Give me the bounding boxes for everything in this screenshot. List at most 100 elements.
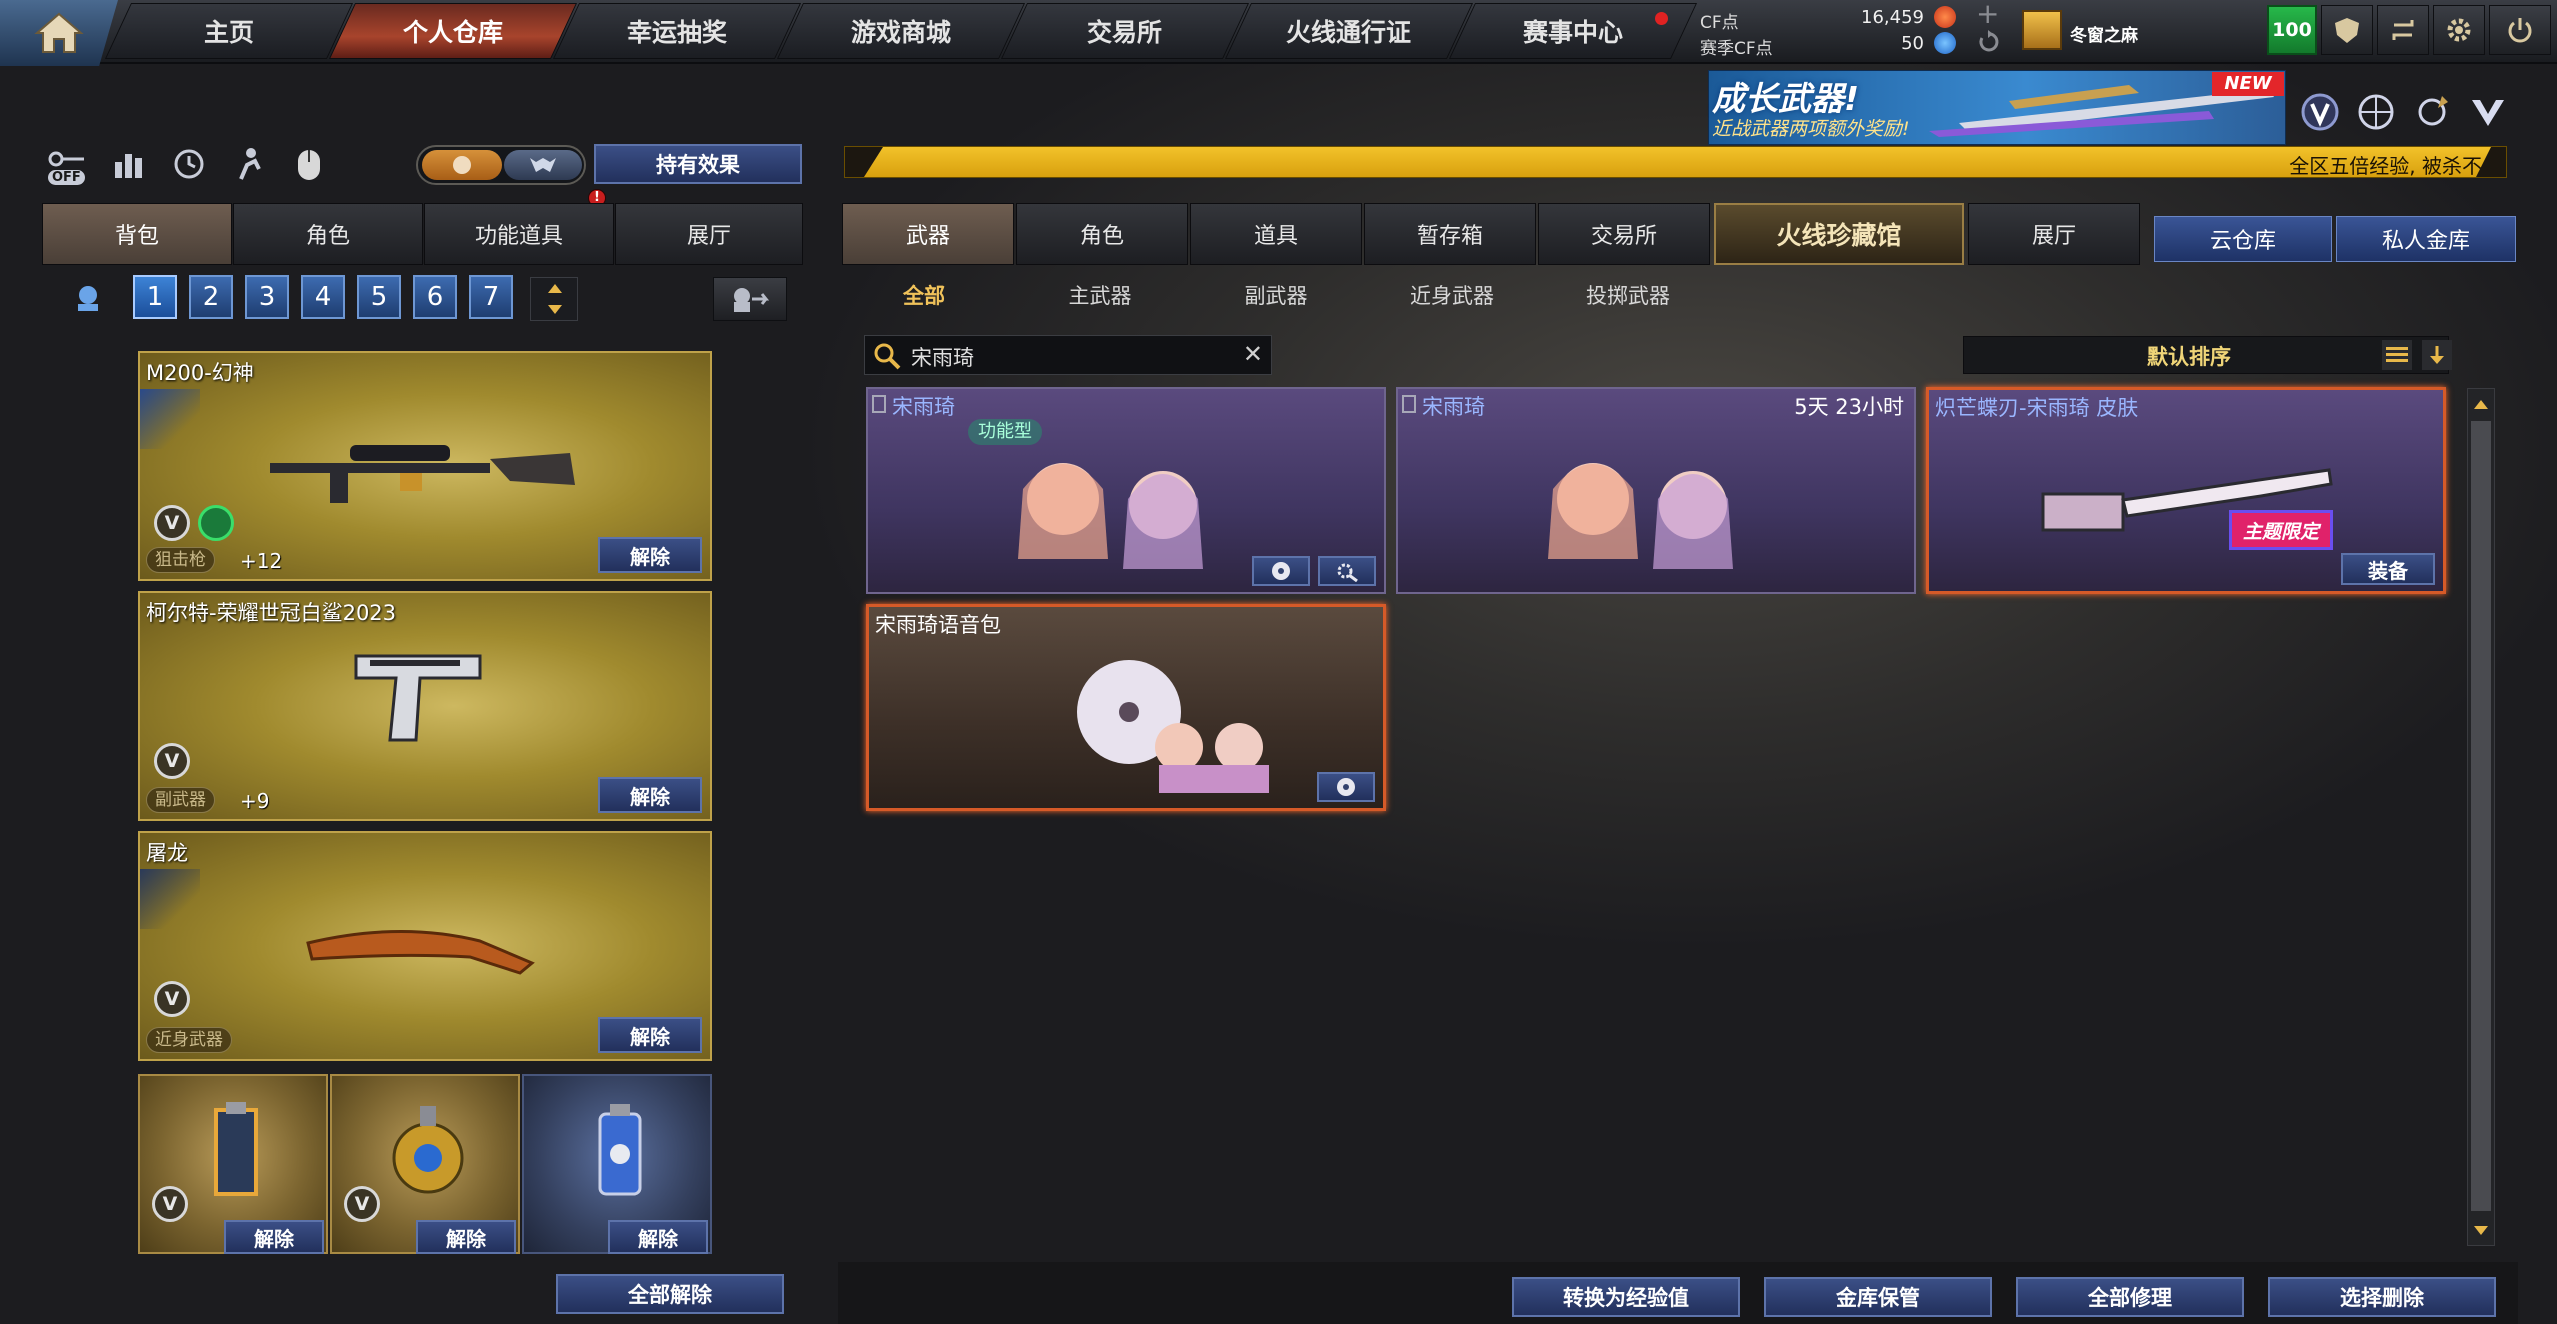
switch-button[interactable]	[2377, 5, 2429, 55]
view-mode-toggle[interactable]	[416, 145, 586, 185]
nav-tab-warehouse[interactable]: 个人仓库	[328, 3, 578, 59]
page-stepper[interactable]	[530, 277, 578, 321]
nav-tab-shop[interactable]: 游戏商城	[776, 3, 1026, 59]
weapon-card[interactable]: M200-幻神 V 狙击枪 +12 解除	[138, 351, 712, 581]
tab-weapons[interactable]: 武器	[842, 203, 1014, 265]
unequip-button[interactable]: 解除	[224, 1220, 324, 1254]
unequip-button[interactable]: 解除	[416, 1220, 516, 1254]
voice-button[interactable]	[1252, 556, 1310, 586]
refresh-icon[interactable]	[1976, 30, 2000, 54]
home-button[interactable]	[0, 0, 118, 66]
history-button[interactable]	[165, 142, 213, 186]
page-button-6[interactable]: 6	[413, 275, 457, 319]
select-delete-button[interactable]: 选择删除	[2268, 1277, 2496, 1317]
cf-points-label: CF点	[1700, 13, 1739, 33]
page-button-5[interactable]: 5	[357, 275, 401, 319]
new-badge: NEW	[2212, 72, 2284, 96]
nav-tab-home[interactable]: 主页	[104, 3, 354, 59]
item-card[interactable]: 宋雨琦 5天 23小时	[1396, 387, 1916, 594]
tab-showroom[interactable]: 展厅	[1968, 203, 2140, 265]
subtab-melee[interactable]: 近身武器	[1396, 276, 1508, 314]
tab-collection-hall[interactable]: 火线珍藏馆	[1714, 203, 1964, 265]
chevron-up-icon[interactable]	[548, 284, 562, 293]
vault-store-button[interactable]: 金库保管	[1764, 1277, 1992, 1317]
tab-characters[interactable]: 角色	[1016, 203, 1188, 265]
subtab-throwables[interactable]: 投掷武器	[1572, 276, 1684, 314]
search-value: 宋雨琦	[911, 346, 974, 370]
tab-function-items[interactable]: 功能道具	[424, 203, 614, 265]
private-vault-button[interactable]: 私人金库	[2336, 216, 2516, 262]
throwable-card[interactable]: 解除	[522, 1074, 712, 1254]
mail-button[interactable]	[2321, 5, 2373, 55]
item-list-scrollbar[interactable]	[2467, 388, 2495, 1246]
loadout-preset-button[interactable]	[72, 282, 104, 314]
unequip-all-button[interactable]: 全部解除	[556, 1274, 784, 1314]
unequip-button[interactable]: 解除	[598, 537, 702, 573]
cloud-storage-button[interactable]: 云仓库	[2154, 216, 2332, 262]
item-card-selected[interactable]: 炽芒蝶刃-宋雨琦 皮肤 主题限定 装备	[1926, 387, 2446, 594]
tab-items[interactable]: 道具	[1190, 203, 1362, 265]
mouse-button[interactable]	[285, 142, 333, 186]
scroll-up-icon[interactable]	[2470, 391, 2492, 417]
page-button-3[interactable]: 3	[245, 275, 289, 319]
tab-exchange[interactable]: 交易所	[1538, 203, 1710, 265]
weapon-card[interactable]: 屠龙 V 近身武器 解除	[138, 831, 712, 1061]
stats-button[interactable]	[105, 142, 153, 186]
subtab-all[interactable]: 全部	[868, 276, 980, 314]
v-mark-icon: V	[154, 981, 190, 1017]
page-button-7[interactable]: 7	[469, 275, 513, 319]
equip-button[interactable]: 装备	[2341, 553, 2435, 585]
person-run-icon	[239, 148, 261, 180]
page-button-2[interactable]: 2	[189, 275, 233, 319]
unequip-button[interactable]: 解除	[608, 1220, 708, 1254]
promo-target-icon[interactable]	[2352, 88, 2400, 136]
character-head-icon	[78, 286, 98, 311]
rarity-corner	[140, 389, 200, 449]
chevron-down-icon[interactable]	[548, 305, 562, 314]
subtab-primary[interactable]: 主武器	[1044, 276, 1156, 314]
nav-tab-battle-pass[interactable]: 火线通行证	[1224, 3, 1474, 59]
convert-to-exp-button[interactable]: 转换为经验值	[1512, 1277, 1740, 1317]
nav-tab-exchange[interactable]: 交易所	[1000, 3, 1250, 59]
grenade-image	[392, 1106, 464, 1194]
transfer-button[interactable]	[713, 277, 787, 321]
promo-shield-v-icon[interactable]	[2296, 88, 2344, 136]
unequip-button[interactable]: 解除	[598, 1017, 702, 1053]
sort-order-button[interactable]	[2422, 340, 2452, 370]
promo-crosshair-icon[interactable]	[2408, 88, 2456, 136]
holding-effect-button[interactable]: 持有效果	[594, 144, 802, 184]
sort-dropdown[interactable]: 默认排序	[1963, 336, 2452, 374]
list-view-button[interactable]	[2382, 340, 2412, 370]
tab-backpack[interactable]: 背包	[42, 203, 232, 265]
page-button-4[interactable]: 4	[301, 275, 345, 319]
tab-character[interactable]: 角色	[233, 203, 423, 265]
lock-icon	[872, 395, 886, 413]
rank-view-option[interactable]	[504, 150, 582, 180]
settings-button[interactable]	[2433, 5, 2485, 55]
clear-search-icon[interactable]: ✕	[1243, 340, 1263, 368]
character-portrait-image	[1018, 463, 1203, 569]
nav-tab-lottery[interactable]: 幸运抽奖	[552, 3, 802, 59]
add-currency-icon[interactable]: +	[1976, 0, 2000, 28]
throwable-card[interactable]: V 解除	[138, 1074, 328, 1254]
subtab-secondary[interactable]: 副武器	[1220, 276, 1332, 314]
item-card[interactable]: 宋雨琦语音包	[866, 604, 1386, 811]
scroll-down-icon[interactable]	[2470, 1217, 2492, 1243]
unequip-button[interactable]: 解除	[598, 777, 702, 813]
throwable-card[interactable]: V 解除	[330, 1074, 520, 1254]
tab-temp-storage[interactable]: 暂存箱	[1364, 203, 1536, 265]
promo-vip-icon[interactable]	[2464, 88, 2512, 136]
character-view-option[interactable]	[422, 150, 502, 180]
search-icon	[874, 343, 901, 370]
weapon-card[interactable]: 柯尔特-荣耀世冠白鲨2023 V 副武器 +9 解除	[138, 591, 712, 821]
power-button[interactable]	[2489, 5, 2551, 55]
repair-all-button[interactable]: 全部修理	[2016, 1277, 2244, 1317]
character-button[interactable]	[225, 142, 273, 186]
config-button[interactable]	[1318, 556, 1376, 586]
page-button-1[interactable]: 1	[133, 275, 177, 319]
search-input[interactable]: 宋雨琦 ✕	[864, 335, 1272, 375]
item-card[interactable]: 宋雨琦 功能型	[866, 387, 1386, 594]
tab-showroom[interactable]: 展厅	[615, 203, 803, 265]
play-voice-button[interactable]	[1317, 772, 1375, 802]
scroll-thumb[interactable]	[2471, 421, 2491, 1211]
